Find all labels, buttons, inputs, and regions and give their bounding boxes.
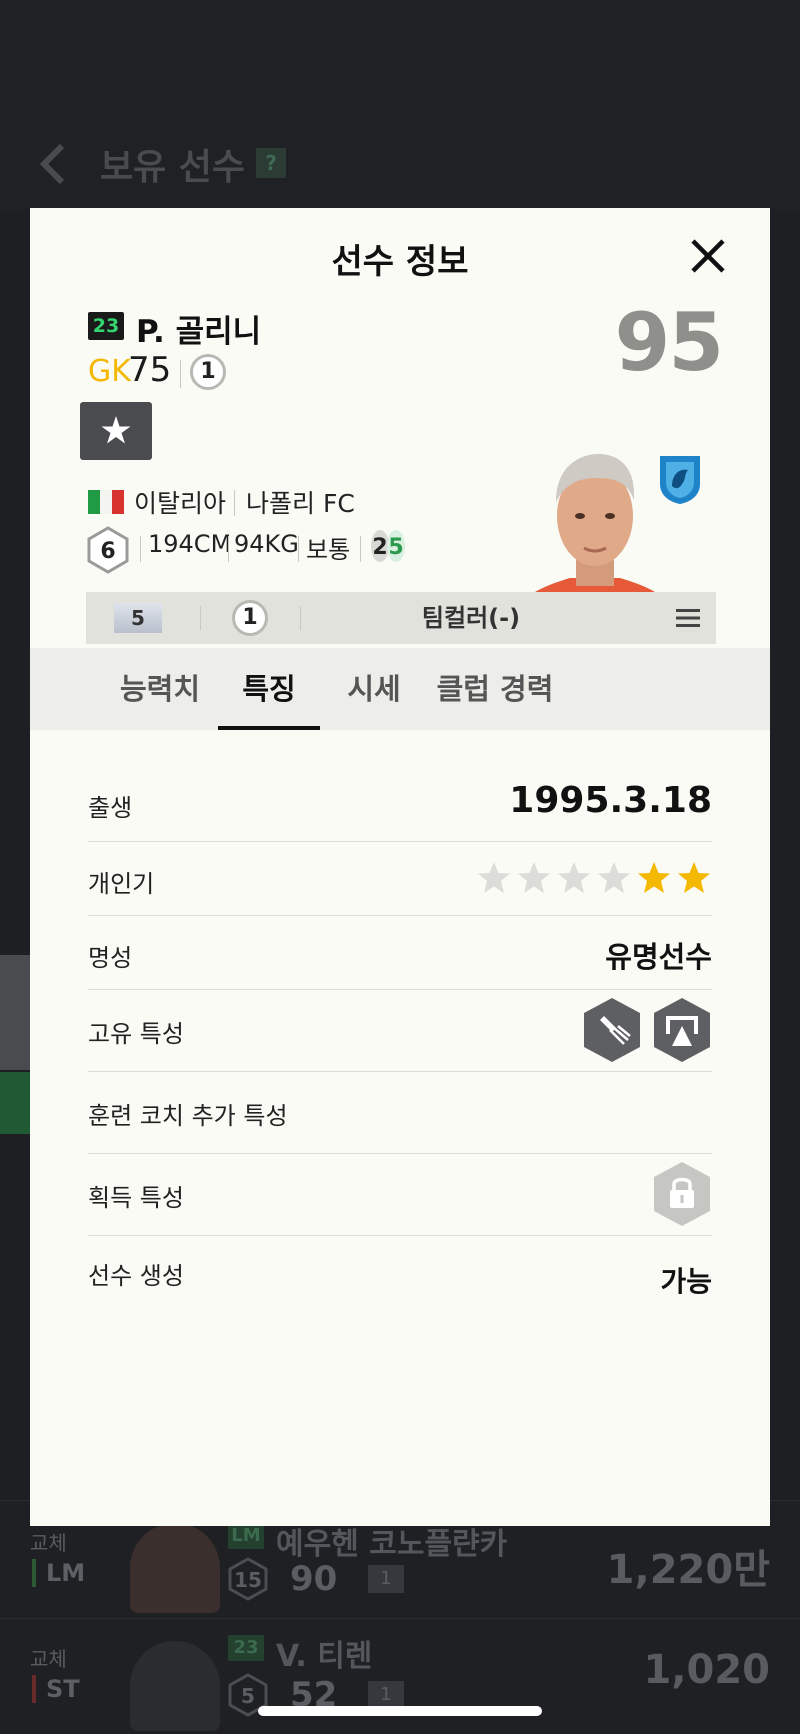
row-position: LM: [32, 1559, 85, 1587]
row-player-photo: [130, 1523, 220, 1613]
fame-label: 명성: [88, 944, 133, 972]
fame-value: 유명선수: [605, 940, 712, 974]
player-info-modal: 선수 정보 23 P. 골리니 GK 75 1 95 이탈리아 나폴리 FC 6…: [30, 208, 770, 1526]
foot-icon: 2 5: [371, 530, 405, 562]
tab-club-career[interactable]: 클럽 경력: [430, 648, 560, 730]
enhance-level-badge: 5: [114, 603, 162, 633]
position-code: GK: [88, 354, 131, 389]
birth-label: 출생: [88, 794, 133, 822]
tab-stats[interactable]: 능력치: [100, 648, 220, 730]
row-level-hex-icon: 15: [228, 1557, 268, 1601]
row-ovr: 90: [290, 1559, 338, 1599]
divider: [298, 536, 299, 562]
background-player-row[interactable]: 교체 ST 23 V. 티렌 5 52 1 1,020: [0, 1618, 800, 1734]
row-price: 1,220만: [606, 1547, 770, 1593]
unique-traits-row: 고유 특성: [88, 990, 712, 1072]
player-body-type: 보통: [306, 536, 351, 564]
club-logo-icon: [660, 456, 700, 504]
player-weight: 94KG: [234, 530, 299, 558]
star-empty-icon: [478, 862, 510, 893]
back-arrow-icon[interactable]: [38, 142, 68, 186]
lock-icon[interactable]: [652, 1160, 712, 1228]
trait-goal-icon[interactable]: [652, 996, 712, 1064]
divider: [228, 536, 229, 562]
acquired-traits-label: 획득 특성: [88, 1184, 184, 1212]
create-label: 선수 생성: [88, 1262, 184, 1290]
tab-price[interactable]: 시세: [336, 648, 412, 730]
modal-title: 선수 정보: [331, 242, 469, 282]
star-empty-icon: [558, 862, 590, 893]
player-club: 나폴리 FC: [246, 489, 355, 518]
info-tabs: 능력치 특징 시세 클럽 경력: [30, 648, 770, 730]
divider: [140, 536, 141, 562]
create-value: 가능: [660, 1265, 712, 1298]
coach-traits-label: 훈련 코치 추가 특성: [88, 1102, 288, 1130]
skill-level-hex-icon: 6: [87, 526, 129, 574]
popularity-label: 개인기: [88, 870, 155, 898]
row-role: 교체: [30, 1647, 67, 1671]
svg-text:15: 15: [234, 1568, 262, 1592]
tab-traits[interactable]: 특징: [218, 648, 320, 730]
level-teamcolor-bar[interactable]: 5 1 팀컬러(-): [86, 592, 716, 644]
fame-row: 명성 유명선수: [88, 916, 712, 990]
grade-circle: 1: [190, 354, 226, 390]
star-icon: [101, 416, 131, 444]
player-name: P. 골리니: [136, 314, 262, 350]
trait-glove-icon[interactable]: [582, 996, 642, 1064]
coach-traits-row: 훈련 코치 추가 특성: [88, 1072, 712, 1154]
svg-text:2: 2: [372, 535, 387, 560]
star-empty-icon: [518, 862, 550, 893]
team-color-label: 팀컬러(-): [421, 604, 521, 632]
row-role: 교체: [30, 1531, 67, 1555]
divider: [200, 606, 201, 630]
italy-flag-icon: [88, 490, 124, 514]
birth-row: 출생 1995.3.18: [88, 766, 712, 842]
star-empty-icon: [598, 862, 630, 893]
row-number-badge: LM: [228, 1523, 264, 1549]
acquired-traits-row: 획득 특성: [88, 1154, 712, 1236]
row-grade: 1: [368, 1681, 404, 1709]
svg-text:6: 6: [100, 539, 115, 564]
home-indicator[interactable]: [258, 1706, 542, 1716]
row-player-name: V. 티렌: [276, 1639, 373, 1674]
background-stripe: [0, 955, 30, 1070]
divider: [234, 490, 235, 516]
row-price: 1,020: [643, 1647, 770, 1693]
position-ovr: 75: [128, 350, 172, 390]
grade-circle: 1: [232, 600, 268, 636]
background-page-title: 보유 선수: [100, 147, 246, 188]
overall-rating: 95: [614, 296, 724, 389]
unique-traits-label: 고유 특성: [88, 1020, 184, 1048]
birth-value: 1995.3.18: [509, 780, 712, 821]
row-position: ST: [32, 1675, 80, 1703]
close-icon[interactable]: [676, 224, 740, 288]
svg-text:5: 5: [241, 1684, 255, 1708]
star-filled-icon: [678, 862, 710, 893]
player-height: 194CM: [148, 530, 232, 558]
star-filled-icon: [638, 862, 670, 893]
create-row: 선수 생성 가능: [88, 1236, 712, 1316]
row-player-photo: [130, 1641, 220, 1731]
player-nation: 이탈리아: [134, 489, 227, 518]
popularity-stars: [476, 860, 712, 896]
season-badge: 23: [88, 312, 124, 340]
help-button[interactable]: ?: [256, 148, 286, 178]
popularity-row: 개인기: [88, 842, 712, 916]
favorite-star-button[interactable]: [80, 402, 152, 460]
divider: [360, 536, 361, 562]
menu-icon[interactable]: [674, 606, 702, 630]
background-stripe-green: [0, 1072, 30, 1134]
row-grade: 1: [368, 1565, 404, 1593]
svg-text:5: 5: [388, 535, 403, 560]
row-number-badge: 23: [228, 1635, 264, 1661]
divider: [180, 360, 181, 388]
